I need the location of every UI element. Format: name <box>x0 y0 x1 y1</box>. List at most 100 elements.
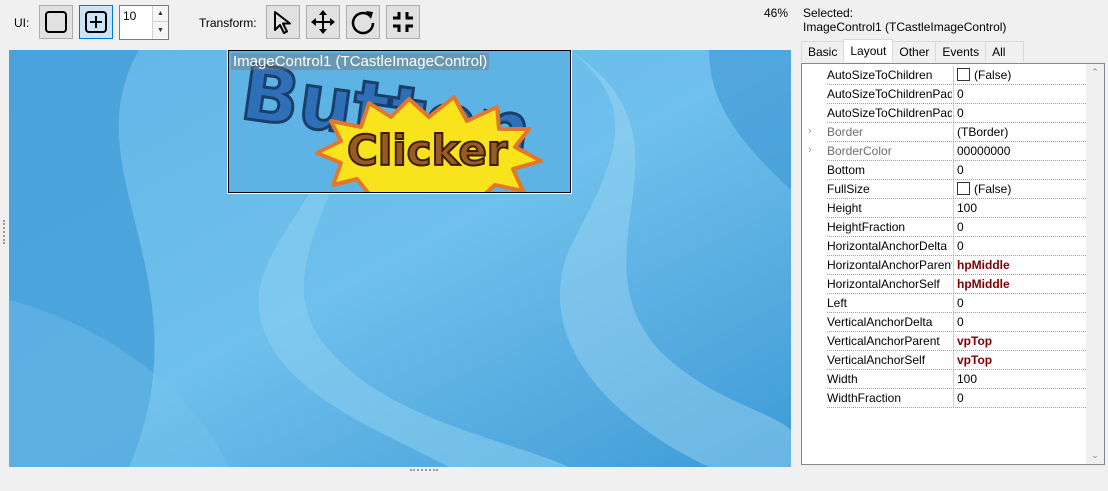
column-divider[interactable] <box>953 85 954 104</box>
property-row[interactable]: › BorderColor 00000000 <box>802 142 1086 161</box>
property-value[interactable]: 0 <box>957 294 964 313</box>
property-value-text: vpTop <box>957 334 993 348</box>
column-divider[interactable] <box>953 275 954 294</box>
property-value-text: (False) <box>974 68 1012 82</box>
property-value[interactable]: 0 <box>957 237 964 256</box>
property-value[interactable]: (TBorder) <box>957 123 1008 142</box>
tab-other[interactable]: Other <box>892 41 937 62</box>
cursor-arrow-icon <box>274 11 291 34</box>
property-checkbox[interactable] <box>957 68 970 81</box>
transform-select-button[interactable] <box>266 5 300 39</box>
property-value[interactable]: 0 <box>957 85 964 104</box>
expand-chevron-icon[interactable]: › <box>808 144 812 156</box>
property-value[interactable]: hpMiddle <box>957 256 1010 275</box>
transform-resize-button[interactable] <box>386 5 420 39</box>
column-divider[interactable] <box>953 332 954 351</box>
property-value-text: 00000000 <box>957 144 1011 158</box>
column-divider[interactable] <box>953 142 954 161</box>
property-value[interactable]: 0 <box>957 161 964 180</box>
column-divider[interactable] <box>953 218 954 237</box>
property-value[interactable]: (False) <box>957 66 1011 85</box>
property-value[interactable]: vpTop <box>957 332 992 351</box>
column-divider[interactable] <box>953 294 954 313</box>
property-name: AutoSizeToChildren <box>827 68 933 82</box>
property-row[interactable]: AutoSizeToChildrenPaddingBottom 0 <box>802 85 1086 104</box>
column-divider[interactable] <box>953 199 954 218</box>
property-row[interactable]: VerticalAnchorParent vpTop <box>802 332 1086 351</box>
select-mode-button[interactable] <box>39 5 73 39</box>
property-row[interactable]: WidthFraction 0 <box>802 389 1086 408</box>
column-divider[interactable] <box>953 237 954 256</box>
property-row[interactable]: Height 100 <box>802 199 1086 218</box>
design-viewport[interactable]: ImageControl1 (TCastleImageControl) Butt… <box>9 50 791 467</box>
property-value[interactable]: hpMiddle <box>957 275 1010 294</box>
property-value[interactable]: 100 <box>957 199 977 218</box>
property-value[interactable]: 0 <box>957 389 964 408</box>
property-row[interactable]: HorizontalAnchorParent hpMiddle <box>802 256 1086 275</box>
tab-events[interactable]: Events <box>935 41 987 62</box>
tab-all[interactable]: All <box>985 41 1025 62</box>
property-checkbox[interactable] <box>957 182 970 195</box>
column-divider[interactable] <box>953 370 954 389</box>
column-divider[interactable] <box>953 104 954 123</box>
property-value[interactable]: 0 <box>957 313 964 332</box>
scroll-down-icon[interactable]: ⌄ <box>1086 447 1104 464</box>
property-value[interactable]: (False) <box>957 180 1011 199</box>
property-name: WidthFraction <box>827 391 902 405</box>
property-row[interactable]: FullSize (False) <box>802 180 1086 199</box>
property-name: VerticalAnchorParent <box>827 334 940 348</box>
tab-layout[interactable]: Layout <box>843 39 894 62</box>
property-value-text: 0 <box>957 391 964 405</box>
transform-move-button[interactable] <box>306 5 340 39</box>
property-row[interactable]: Width 100 <box>802 370 1086 389</box>
property-value-text: 0 <box>957 239 964 253</box>
property-row[interactable]: HorizontalAnchorSelf hpMiddle <box>802 275 1086 294</box>
image-control[interactable]: ImageControl1 (TCastleImageControl) Butt… <box>227 50 572 194</box>
property-value[interactable]: 00000000 <box>957 142 1010 161</box>
add-control-button[interactable] <box>79 5 113 39</box>
property-value-text: 100 <box>957 372 978 386</box>
expand-chevron-icon[interactable]: › <box>808 125 812 137</box>
property-value-text: vpTop <box>957 353 993 367</box>
column-divider[interactable] <box>953 123 954 142</box>
property-value[interactable]: 0 <box>957 104 964 123</box>
splitter-grip-bottom[interactable] <box>410 469 438 471</box>
grid-size-spinedit[interactable]: 10 ▲ ▼ <box>119 5 169 40</box>
column-divider[interactable] <box>953 256 954 275</box>
property-value[interactable]: 100 <box>957 370 977 389</box>
property-row[interactable]: HorizontalAnchorDelta 0 <box>802 237 1086 256</box>
scroll-up-icon[interactable]: ⌃ <box>1086 64 1104 81</box>
property-name: VerticalAnchorDelta <box>827 315 933 329</box>
column-divider[interactable] <box>953 389 954 408</box>
property-name: Left <box>827 296 848 310</box>
inspector-scrollbar[interactable]: ⌃ ⌄ <box>1086 64 1104 464</box>
column-divider[interactable] <box>953 351 954 370</box>
spin-up-button[interactable]: ▲ <box>153 6 168 22</box>
property-value[interactable]: 0 <box>957 218 964 237</box>
property-value-text: 0 <box>957 220 964 234</box>
grid-size-value[interactable]: 10 <box>123 9 136 23</box>
property-row[interactable]: Left 0 <box>802 294 1086 313</box>
property-row[interactable]: Bottom 0 <box>802 161 1086 180</box>
property-row[interactable]: AutoSizeToChildrenPaddingRight 0 <box>802 104 1086 123</box>
column-divider[interactable] <box>953 66 954 85</box>
property-name: HorizontalAnchorDelta <box>827 239 948 253</box>
transform-rotate-button[interactable] <box>346 5 380 39</box>
property-row[interactable]: VerticalAnchorSelf vpTop <box>802 351 1086 370</box>
column-divider[interactable] <box>953 161 954 180</box>
property-row[interactable]: AutoSizeToChildren (False) <box>802 66 1086 85</box>
property-name: HorizontalAnchorSelf <box>827 277 940 291</box>
column-divider[interactable] <box>953 313 954 332</box>
property-row[interactable]: › Border (TBorder) <box>802 123 1086 142</box>
property-name: BorderColor <box>827 144 892 158</box>
property-value-text: 0 <box>957 87 964 101</box>
property-row[interactable]: VerticalAnchorDelta 0 <box>802 313 1086 332</box>
spin-down-button[interactable]: ▼ <box>153 22 168 38</box>
tab-basic[interactable]: Basic <box>801 41 845 62</box>
column-divider[interactable] <box>953 180 954 199</box>
property-row[interactable]: HeightFraction 0 <box>802 218 1086 237</box>
property-value[interactable]: vpTop <box>957 351 992 370</box>
splitter-grip-left[interactable] <box>3 220 5 244</box>
image-control-label: ImageControl1 (TCastleImageControl) <box>231 53 490 70</box>
property-value-text: 0 <box>957 163 964 177</box>
